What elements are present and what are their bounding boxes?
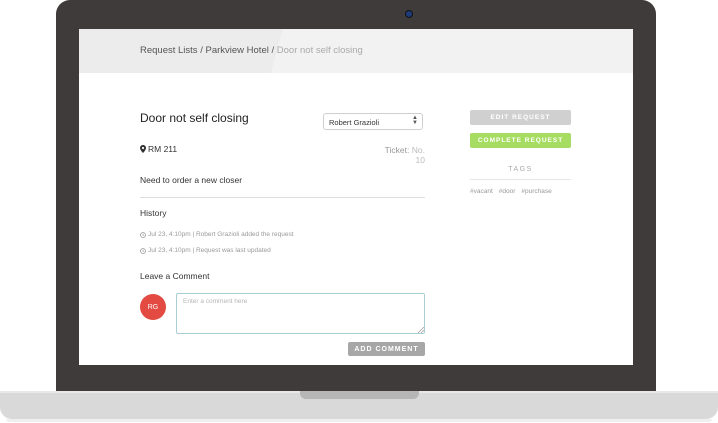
comment-section-title: Leave a Comment — [140, 271, 210, 281]
comment-input[interactable] — [176, 293, 425, 334]
laptop-shadow — [6, 419, 712, 422]
breadcrumb-request-lists[interactable]: Request Lists — [140, 45, 198, 56]
clock-icon — [140, 231, 146, 238]
history-item: Jul 23, 4:10pm | Request was last update… — [140, 247, 271, 254]
laptop-notch — [300, 391, 419, 399]
request-description: Need to order a new closer — [140, 175, 243, 185]
breadcrumb-separator: / — [268, 45, 277, 56]
divider — [140, 197, 425, 198]
assignee-select[interactable]: Robert Grazioli ▲ ▼ — [323, 113, 423, 130]
tags-title: TAGS — [508, 166, 533, 173]
camera-icon — [405, 10, 413, 18]
avatar-initials: RG — [147, 303, 159, 311]
history-title: History — [140, 208, 167, 218]
breadcrumb: Request Lists / Parkview Hotel / Door no… — [140, 45, 363, 56]
divider — [470, 179, 571, 180]
tag-list: #vacant #door #purchase — [470, 188, 552, 195]
add-comment-button[interactable]: ADD COMMENT — [348, 342, 425, 356]
tag-item[interactable]: #purchase — [521, 188, 551, 195]
app-screen: Request Lists / Parkview Hotel / Door no… — [79, 29, 633, 365]
tag-item[interactable]: #vacant — [470, 188, 493, 195]
history-item: Jul 23, 4:10pm | Robert Grazioli added t… — [140, 231, 294, 238]
complete-request-button[interactable]: COMPLETE REQUEST — [470, 133, 571, 148]
breadcrumb-hotel[interactable]: Parkview Hotel — [205, 45, 268, 56]
history-item-text: Jul 23, 4:10pm | Robert Grazioli added t… — [148, 231, 294, 238]
room-info: RM 211 — [140, 144, 177, 154]
request-title: Door not self closing — [140, 111, 249, 125]
assignee-value: Robert Grazioli — [329, 118, 380, 127]
ticket-number: Ticket: No. 10 — [379, 145, 425, 165]
room-number: RM 211 — [148, 144, 178, 154]
breadcrumb-current: Door not self closing — [276, 45, 363, 56]
edit-request-button[interactable]: EDIT REQUEST — [470, 110, 571, 125]
select-arrows-icon: ▲ ▼ — [412, 115, 418, 126]
history-item-text: Jul 23, 4:10pm | Request was last update… — [148, 247, 271, 254]
ticket-value: No. 10 — [411, 145, 425, 165]
clock-icon — [140, 247, 146, 254]
tag-item[interactable]: #door — [499, 188, 516, 195]
page-header: Request Lists / Parkview Hotel / Door no… — [79, 29, 633, 73]
avatar: RG — [140, 294, 166, 320]
ticket-label: Ticket: — [384, 145, 410, 155]
map-pin-icon — [140, 145, 146, 153]
